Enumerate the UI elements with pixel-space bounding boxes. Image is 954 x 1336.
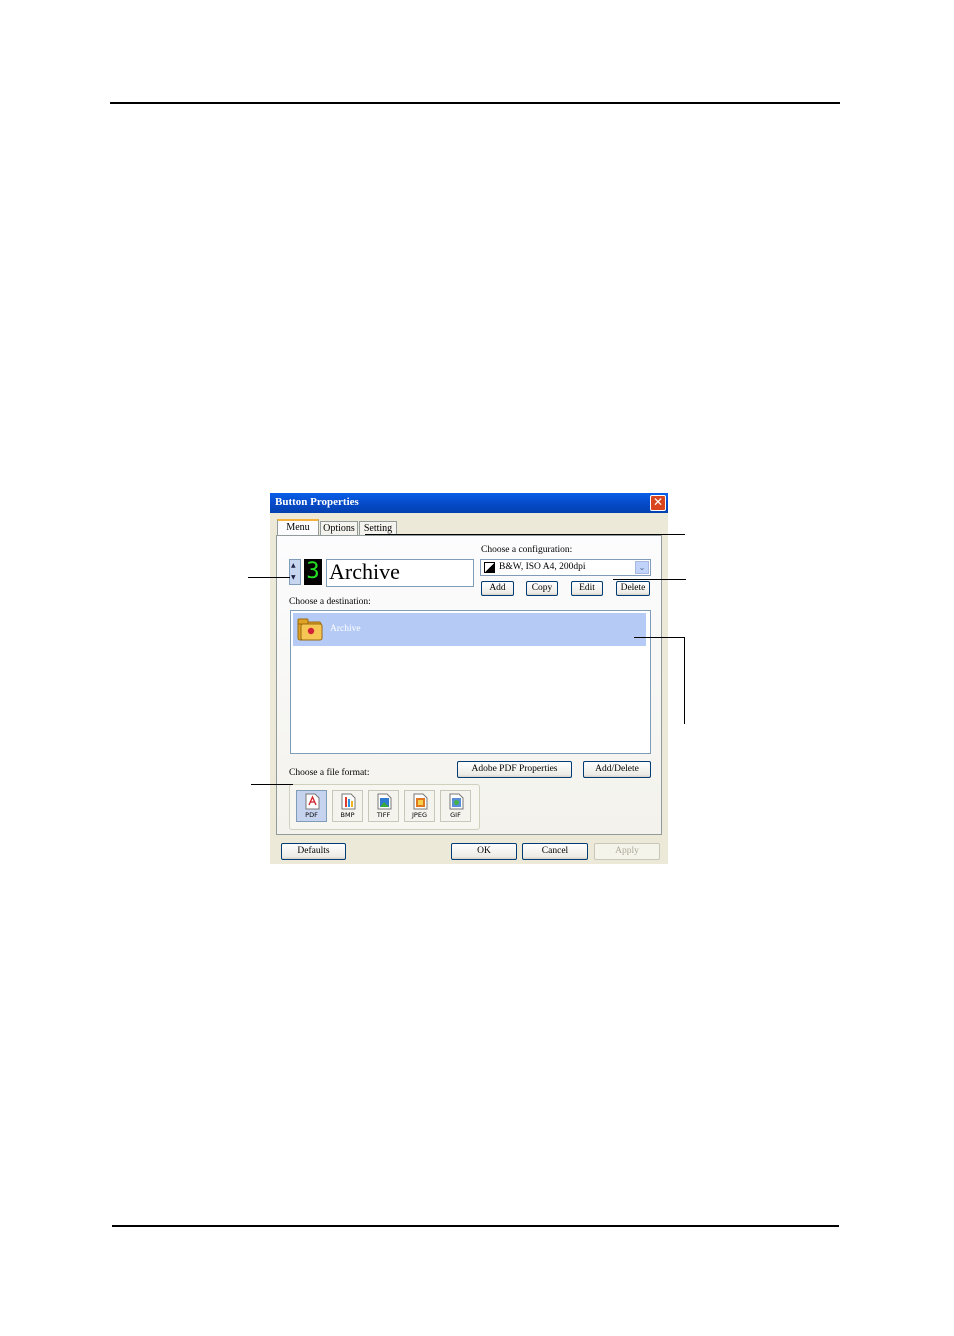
destination-item-label: Archive: [330, 624, 361, 634]
tiff-icon: [377, 793, 392, 810]
cancel-button[interactable]: Cancel: [522, 843, 588, 860]
format-gif-button[interactable]: GIF: [440, 790, 471, 822]
format-tiff-label: TIFF: [376, 811, 391, 819]
pdf-icon: [305, 793, 320, 810]
format-pdf-button[interactable]: PDF: [296, 790, 327, 822]
callout-line-spinner: [248, 577, 290, 578]
ok-button[interactable]: OK: [451, 843, 517, 860]
tab-options[interactable]: Options: [320, 521, 358, 536]
button-number-display: 3: [304, 559, 322, 585]
button-properties-dialog: Button Properties ✕ Menu Options Setting…: [270, 493, 668, 864]
format-bmp-button[interactable]: BMP: [332, 790, 363, 822]
bw-mode-icon: [484, 562, 495, 573]
list-item[interactable]: Archive: [293, 613, 646, 646]
adobe-pdf-properties-button[interactable]: Adobe PDF Properties: [457, 761, 572, 778]
format-jpeg-button[interactable]: JPEG: [404, 790, 435, 822]
file-format-group: PDF BMP TIFF JPEG GIF: [289, 784, 480, 830]
folder-icon: [297, 618, 323, 641]
bmp-icon: [341, 793, 356, 810]
format-gif-label: GIF: [450, 811, 461, 819]
spin-up-icon[interactable]: ▲: [291, 562, 296, 569]
gif-icon: [449, 793, 464, 810]
format-bmp-label: BMP: [340, 811, 355, 819]
delete-config-button[interactable]: Delete: [616, 581, 650, 596]
jpeg-icon: [413, 793, 428, 810]
callout-line-destination-vertical: [684, 637, 685, 724]
destination-label: Choose a destination:: [289, 597, 371, 607]
configuration-select[interactable]: B&W, ISO A4, 200dpi ⌄: [480, 559, 651, 576]
defaults-button[interactable]: Defaults: [281, 843, 346, 860]
chevron-down-icon[interactable]: ⌄: [635, 561, 649, 574]
tab-menu[interactable]: Menu: [277, 519, 319, 536]
add-delete-format-button[interactable]: Add/Delete: [583, 761, 651, 778]
close-icon[interactable]: ✕: [650, 495, 666, 511]
spin-down-icon[interactable]: ▼: [291, 574, 296, 581]
button-name-field[interactable]: Archive: [326, 559, 474, 587]
callout-line-configuration: [613, 579, 686, 580]
destination-list[interactable]: Archive: [290, 610, 651, 754]
apply-button: Apply: [594, 843, 660, 860]
configuration-label: Choose a configuration:: [481, 545, 573, 555]
format-pdf-label: PDF: [305, 811, 318, 819]
button-number-spinner[interactable]: ▲ ▼: [289, 559, 301, 585]
header-rule: [110, 102, 840, 104]
title-bar[interactable]: Button Properties ✕: [270, 493, 668, 513]
add-config-button[interactable]: Add: [481, 581, 514, 596]
callout-line-destination: [634, 637, 685, 638]
format-jpeg-label: JPEG: [412, 811, 427, 819]
callout-line-file-format: [251, 784, 293, 785]
dialog-title: Button Properties: [275, 496, 359, 508]
configuration-value: B&W, ISO A4, 200dpi: [499, 562, 586, 572]
footer-rule: [112, 1225, 839, 1227]
format-tiff-button[interactable]: TIFF: [368, 790, 399, 822]
edit-config-button[interactable]: Edit: [571, 581, 603, 596]
callout-line-tabs: [365, 534, 685, 535]
copy-config-button[interactable]: Copy: [526, 581, 558, 596]
file-format-label: Choose a file format:: [289, 768, 370, 778]
